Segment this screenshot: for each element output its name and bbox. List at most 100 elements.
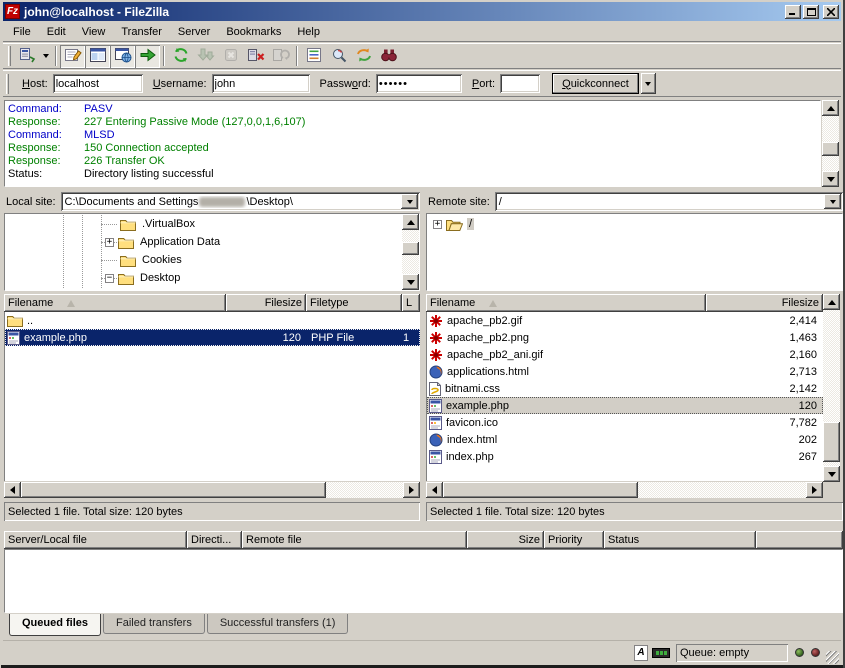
log-line: Response:226 Transfer OK — [8, 155, 820, 168]
combo-dropdown-button[interactable] — [824, 194, 841, 209]
resize-grip[interactable] — [826, 651, 839, 664]
scroll-up-button[interactable] — [822, 100, 839, 116]
menu-server[interactable]: Server — [170, 24, 218, 40]
menu-transfer[interactable]: Transfer — [113, 24, 170, 40]
tab-failed-transfers[interactable]: Failed transfers — [103, 614, 205, 634]
site-manager-dropdown-button[interactable] — [39, 45, 52, 68]
column-header-filename[interactable]: Filename — [426, 294, 706, 312]
compare-button[interactable] — [326, 45, 351, 68]
file-size-cell: 2,414 — [707, 315, 823, 327]
tree-item[interactable]: −Desktop — [6, 269, 418, 287]
tree-item[interactable]: .VirtualBox — [6, 215, 418, 233]
menu-edit[interactable]: Edit — [39, 24, 74, 40]
disconnect-button[interactable] — [243, 45, 268, 68]
message-log-scrollbar[interactable] — [822, 100, 839, 187]
remote-site-path[interactable]: / — [495, 196, 824, 208]
column-header-l[interactable]: L — [402, 294, 420, 312]
scroll-down-button[interactable] — [402, 274, 419, 290]
menu-help[interactable]: Help — [289, 24, 328, 40]
file-row[interactable]: bitnami.css2,142 — [427, 380, 823, 397]
file-row[interactable]: example.php120PHP File1 — [5, 329, 420, 346]
column-header-filetype[interactable]: Filetype — [306, 294, 402, 312]
scroll-up-button[interactable] — [823, 294, 840, 310]
remote-site-row: Remote site: / — [426, 192, 843, 211]
tree-item[interactable]: +Application Data — [6, 233, 418, 251]
file-row[interactable]: example.php120 — [427, 397, 823, 414]
column-header-status[interactable]: Status — [604, 531, 756, 549]
column-header-size[interactable]: Size — [467, 531, 544, 549]
remote-list-scrollbar[interactable] — [823, 294, 840, 482]
site-manager-button[interactable] — [14, 45, 39, 68]
minimize-button[interactable] — [785, 5, 801, 19]
file-name: index.php — [446, 451, 494, 463]
port-input[interactable] — [500, 74, 540, 93]
file-row[interactable]: index.php267 — [427, 448, 823, 465]
file-row[interactable]: favicon.ico7,782 — [427, 414, 823, 431]
username-input[interactable] — [212, 74, 310, 93]
file-row[interactable]: index.html202 — [427, 431, 823, 448]
toggle-message-log-button[interactable] — [60, 45, 85, 68]
column-header-serverlocalfile[interactable]: Server/Local file — [4, 531, 187, 549]
filter-button[interactable] — [301, 45, 326, 68]
scrollbar-thumb[interactable] — [402, 242, 419, 255]
host-input[interactable] — [53, 74, 143, 93]
tree-item[interactable]: Cookies — [6, 251, 418, 269]
column-header-remotefile[interactable]: Remote file — [242, 531, 467, 549]
scrollbar-thumb[interactable] — [822, 142, 839, 156]
file-row[interactable]: apache_pb2.gif2,414 — [427, 312, 823, 329]
menu-file[interactable]: File — [5, 24, 39, 40]
menu-bookmarks[interactable]: Bookmarks — [218, 24, 289, 40]
remote-list-hscrollbar[interactable] — [426, 482, 823, 498]
tab-successful-transfers-[interactable]: Successful transfers (1) — [207, 614, 349, 634]
expand-plus-icon[interactable]: + — [433, 220, 442, 229]
local-site-path[interactable]: C:\Documents and Settings\Desktop\ — [61, 196, 401, 208]
menu-view[interactable]: View — [74, 24, 114, 40]
combo-dropdown-button[interactable] — [401, 194, 418, 209]
speed-limit-icon[interactable] — [652, 648, 670, 658]
toggle-remote-tree-button[interactable] — [110, 45, 135, 68]
refresh-button[interactable] — [168, 45, 193, 68]
local-list-hscrollbar[interactable] — [4, 482, 420, 498]
local-site-combo[interactable]: C:\Documents and Settings\Desktop\ — [61, 192, 420, 211]
filezilla-window: Fz john@localhost - FileZilla FileEditVi… — [0, 0, 845, 668]
local-tree-scrollbar[interactable] — [402, 214, 419, 290]
password-input[interactable] — [376, 74, 462, 93]
file-row[interactable]: .. — [5, 312, 420, 329]
scrollbar-thumb[interactable] — [21, 482, 326, 498]
scroll-right-button[interactable] — [806, 482, 823, 498]
tab-queued-files[interactable]: Queued files — [9, 614, 101, 636]
scroll-left-button[interactable] — [426, 482, 443, 498]
file-row[interactable]: applications.html2,713 — [427, 363, 823, 380]
toggle-queue-button[interactable] — [135, 45, 160, 68]
scroll-right-button[interactable] — [403, 482, 420, 498]
scrollbar-thumb[interactable] — [443, 482, 638, 498]
find-files-button[interactable] — [376, 45, 401, 68]
quickconnect-dropdown-button[interactable] — [641, 73, 656, 94]
scroll-left-button[interactable] — [4, 482, 21, 498]
file-row[interactable]: apache_pb2.png1,463 — [427, 329, 823, 346]
close-button[interactable] — [823, 5, 839, 19]
quickconnect-button[interactable]: Quickconnect — [552, 73, 639, 94]
column-header-filesize[interactable]: Filesize — [226, 294, 306, 312]
remote-site-combo[interactable]: / — [495, 192, 843, 211]
column-header-directi[interactable]: Directi... — [187, 531, 242, 549]
sync-browse-button[interactable] — [351, 45, 376, 68]
column-header-label: Filetype — [310, 297, 349, 309]
column-header-filename[interactable]: Filename — [4, 294, 226, 312]
transfer-type-indicator-icon[interactable]: A — [634, 645, 648, 661]
maximize-button[interactable] — [803, 5, 819, 19]
scroll-up-button[interactable] — [402, 214, 419, 230]
collapse-minus-icon[interactable]: − — [105, 274, 114, 283]
file-name-cell: .. — [5, 314, 227, 327]
scrollbar-thumb[interactable] — [823, 422, 840, 462]
column-header-filesize[interactable]: Filesize — [706, 294, 823, 312]
toggle-local-tree-button[interactable] — [85, 45, 110, 68]
column-header-priority[interactable]: Priority — [544, 531, 604, 549]
expand-plus-icon[interactable]: + — [105, 238, 114, 247]
find-files-icon — [380, 47, 398, 66]
column-header-[interactable] — [756, 531, 843, 549]
scroll-down-button[interactable] — [823, 466, 840, 482]
scroll-down-button[interactable] — [822, 171, 839, 187]
file-row[interactable]: apache_pb2_ani.gif2,160 — [427, 346, 823, 363]
tree-item[interactable]: +/ — [428, 215, 841, 233]
